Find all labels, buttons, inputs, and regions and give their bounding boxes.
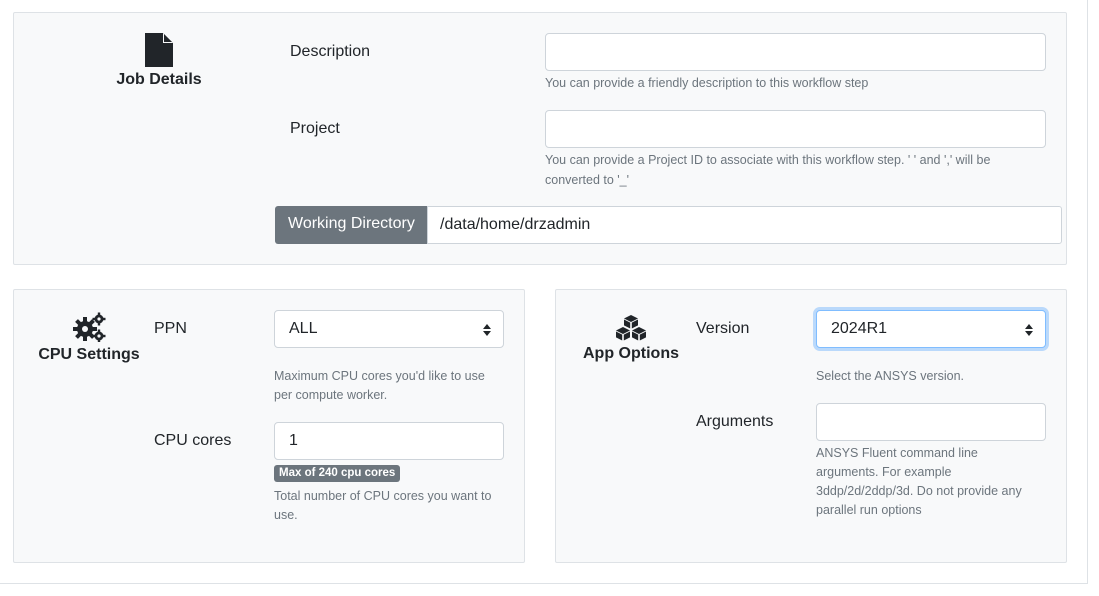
max-cores-badge: Max of 240 cpu cores [274,465,401,482]
ppn-help-line2: per compute worker. [274,388,388,402]
version-select[interactable]: 2024R1 [816,310,1046,348]
gears-icon [73,312,106,342]
arguments-help-line2: arguments. For example [816,465,952,479]
arguments-help-line4: parallel run options [816,503,922,517]
cpu-cores-help-line1: Total number of CPU cores you want to [274,489,492,503]
cpu-cores-help-line2: use. [274,508,298,522]
cpu-cores-label: CPU cores [154,432,232,449]
working-directory-field[interactable]: /data/home/drzadmin [427,206,1062,244]
project-help-line2: converted to '_' [545,173,629,187]
working-directory-label: Working Directory [275,206,428,244]
app-options-title: App Options [583,345,679,362]
project-label: Project [290,120,340,137]
version-label: Version [696,320,750,337]
app-options-panel: App Options Version 2024R1 Select the AN… [555,289,1067,563]
job-details-header: Job Details [104,33,214,89]
ppn-select[interactable]: ALL [274,310,504,348]
project-input[interactable] [545,110,1046,148]
arguments-help-line3: 3ddp/2d/2ddp/3d. Do not provide any [816,484,1022,498]
arguments-help-line1: ANSYS Fluent command line [816,446,978,460]
description-help: You can provide a friendly description t… [545,76,869,90]
app-options-header: App Options [576,315,686,363]
cubes-icon [616,315,646,341]
arguments-input[interactable] [816,403,1046,441]
ppn-help-line1: Maximum CPU cores you'd like to use [274,369,485,383]
arguments-label: Arguments [696,413,774,430]
project-help-line1: You can provide a Project ID to associat… [545,153,991,167]
cpu-settings-panel: CPU Settings PPN ALL Maximum CPU cores y… [13,289,525,563]
job-details-title: Job Details [116,71,202,88]
cpu-settings-header: CPU Settings [34,312,144,364]
cpu-settings-title: CPU Settings [38,346,140,363]
job-details-panel: Job Details Description You can provide … [13,12,1067,265]
description-label: Description [290,43,371,60]
file-icon [145,33,173,67]
version-help: Select the ANSYS version. [816,369,964,383]
cpu-cores-input[interactable]: 1 [274,422,504,460]
ppn-label: PPN [154,320,187,337]
description-input[interactable] [545,33,1046,71]
